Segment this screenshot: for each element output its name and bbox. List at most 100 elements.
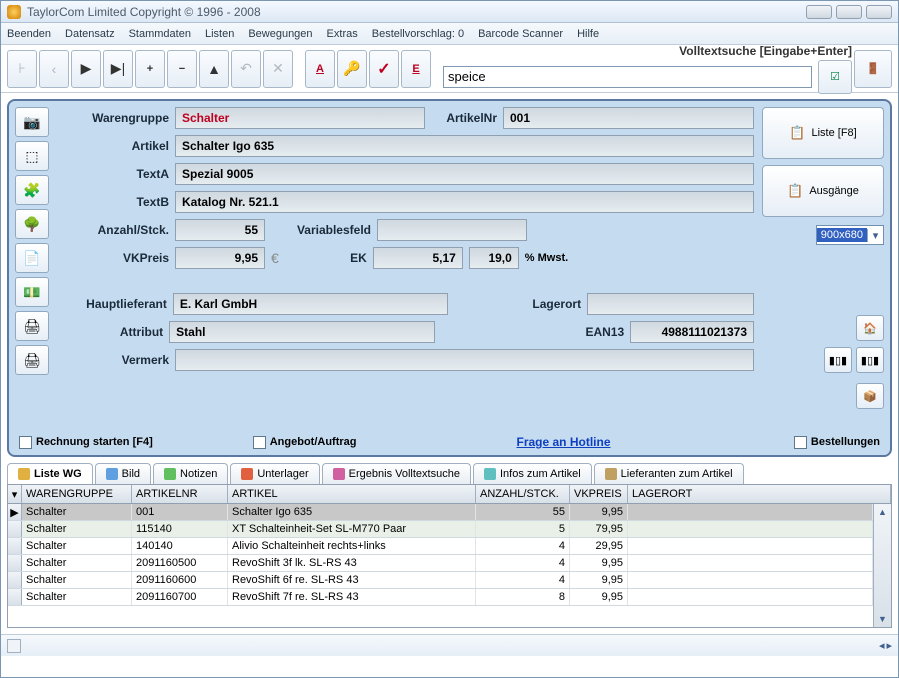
artikelnr-label: ArtikelNr bbox=[431, 111, 497, 125]
table-row[interactable]: ▶Schalter001Schalter Igo 635559,95 bbox=[8, 504, 873, 521]
col-anzahl[interactable]: ANZAHL/STCK. bbox=[476, 485, 570, 503]
nav-next-button[interactable]: ▶ bbox=[71, 50, 101, 88]
hauptlieferant-field[interactable]: E. Karl GmbH bbox=[173, 293, 448, 315]
anzahl-field[interactable]: 55 bbox=[175, 219, 265, 241]
tree-icon[interactable]: 🌳 bbox=[15, 209, 49, 239]
nav-prev-button[interactable]: ‹ bbox=[39, 50, 69, 88]
artikelnr-field[interactable]: 001 bbox=[503, 107, 754, 129]
col-warengruppe[interactable]: WARENGRUPPE bbox=[22, 485, 132, 503]
menu-hilfe[interactable]: Hilfe bbox=[577, 28, 599, 40]
menu-barcode[interactable]: Barcode Scanner bbox=[478, 28, 563, 40]
row-indicator-header[interactable]: ▾ bbox=[8, 485, 22, 503]
warengruppe-field[interactable]: Schalter bbox=[175, 107, 425, 129]
remove-button[interactable]: − bbox=[167, 50, 197, 88]
minimize-button[interactable] bbox=[806, 5, 832, 19]
search-confirm-button[interactable]: ☑ bbox=[818, 60, 852, 94]
mwst-field[interactable]: 19,0 bbox=[469, 247, 519, 269]
a-button[interactable]: A bbox=[305, 50, 335, 88]
artikel-field[interactable]: Schalter Igo 635 bbox=[175, 135, 754, 157]
col-vkpreis[interactable]: VKPREIS bbox=[570, 485, 628, 503]
hauptlieferant-label: Hauptlieferant bbox=[59, 297, 167, 311]
tab-bild[interactable]: Bild bbox=[95, 463, 151, 484]
menu-extras[interactable]: Extras bbox=[327, 28, 358, 40]
tab-ergebnis[interactable]: Ergebnis Volltextsuche bbox=[322, 463, 471, 484]
vertical-scrollbar[interactable]: ▲▼ bbox=[873, 504, 891, 627]
tabs: Liste WG Bild Notizen Unterlager Ergebni… bbox=[7, 463, 892, 484]
barcode2-icon[interactable]: ▮▯▮ bbox=[856, 347, 884, 373]
menu-stammdaten[interactable]: Stammdaten bbox=[129, 28, 191, 40]
app-window: TaylorCom Limited Copyright © 1996 - 200… bbox=[0, 0, 899, 678]
search-input[interactable] bbox=[443, 66, 812, 88]
maximize-button[interactable] bbox=[836, 5, 862, 19]
col-artikel[interactable]: ARTIKEL bbox=[228, 485, 476, 503]
warengruppe-label: Warengruppe bbox=[59, 111, 169, 125]
attribut-field[interactable]: Stahl bbox=[169, 321, 435, 343]
ean13-field[interactable]: 4988111021373 bbox=[630, 321, 754, 343]
table-row[interactable]: Schalter2091160500RevoShift 3f lk. SL-RS… bbox=[8, 555, 873, 572]
bottom-row: Rechnung starten [F4] Angebot/Auftrag Fr… bbox=[19, 435, 880, 449]
tab-infos[interactable]: Infos zum Artikel bbox=[473, 463, 592, 484]
vermerk-field[interactable] bbox=[175, 349, 754, 371]
barcode1-icon[interactable]: ▮▯▮ bbox=[824, 347, 852, 373]
menu-bewegungen[interactable]: Bewegungen bbox=[248, 28, 312, 40]
cancel-button[interactable]: ✕ bbox=[263, 50, 293, 88]
anzahl-label: Anzahl/Stck. bbox=[59, 223, 169, 237]
vkpreis-field[interactable]: 9,95 bbox=[175, 247, 265, 269]
hotline-link[interactable]: Frage an Hotline bbox=[517, 435, 611, 449]
col-lagerort[interactable]: LAGERORT bbox=[628, 485, 891, 503]
table-row[interactable]: Schalter2091160700RevoShift 7f re. SL-RS… bbox=[8, 589, 873, 606]
tab-notizen[interactable]: Notizen bbox=[153, 463, 228, 484]
menu-datensatz[interactable]: Datensatz bbox=[65, 28, 115, 40]
binary-icon[interactable]: ⬚ bbox=[15, 141, 49, 171]
scroll-right-icon[interactable]: ▸ bbox=[886, 639, 892, 652]
money-icon[interactable]: 💵 bbox=[15, 277, 49, 307]
app-icon bbox=[7, 5, 21, 19]
undo-button[interactable]: ↶ bbox=[231, 50, 261, 88]
tab-liste-wg[interactable]: Liste WG bbox=[7, 463, 93, 484]
status-square[interactable] bbox=[7, 639, 21, 653]
mwst-label: % Mwst. bbox=[525, 252, 568, 264]
e-button[interactable]: E bbox=[401, 50, 431, 88]
menu-listen[interactable]: Listen bbox=[205, 28, 234, 40]
camera-icon[interactable]: 📷 bbox=[15, 107, 49, 137]
liste-button[interactable]: 📋 Liste [F8] bbox=[762, 107, 884, 159]
print-icon[interactable]: 🖨 bbox=[15, 311, 49, 341]
color-print-icon[interactable]: 🖨 bbox=[15, 345, 49, 375]
textb-label: TextB bbox=[59, 195, 169, 209]
scroll-left-icon[interactable]: ◂ bbox=[879, 639, 885, 652]
document-icon[interactable]: 📄 bbox=[15, 243, 49, 273]
col-artikelnr[interactable]: ARTIKELNR bbox=[132, 485, 228, 503]
check-button[interactable]: ✓ bbox=[369, 50, 399, 88]
rechnung-checkbox[interactable]: Rechnung starten [F4] bbox=[19, 436, 153, 449]
lagerort-field[interactable] bbox=[587, 293, 754, 315]
table-row[interactable]: Schalter140140Alivio Schalteinheit recht… bbox=[8, 538, 873, 555]
tab-lieferanten[interactable]: Lieferanten zum Artikel bbox=[594, 463, 744, 484]
tab-unterlager[interactable]: Unterlager bbox=[230, 463, 319, 484]
bestellungen-checkbox[interactable]: Bestellungen bbox=[794, 436, 880, 449]
package-icon[interactable]: 📦 bbox=[856, 383, 884, 409]
edit-button[interactable]: ▲ bbox=[199, 50, 229, 88]
textb-field[interactable]: Katalog Nr. 521.1 bbox=[175, 191, 754, 213]
texta-field[interactable]: Spezial 9005 bbox=[175, 163, 754, 185]
angebot-checkbox[interactable]: Angebot/Auftrag bbox=[253, 436, 357, 449]
ausgaenge-button[interactable]: 📋 Ausgänge bbox=[762, 165, 884, 217]
menu-bestellvorschlag[interactable]: Bestellvorschlag: 0 bbox=[372, 28, 464, 40]
lagerort-label: Lagerort bbox=[454, 297, 581, 311]
table-row[interactable]: Schalter2091160600RevoShift 6f re. SL-RS… bbox=[8, 572, 873, 589]
exit-button[interactable]: 🚪 bbox=[854, 50, 892, 88]
puzzle-icon[interactable]: 🧩 bbox=[15, 175, 49, 205]
ek-field[interactable]: 5,17 bbox=[373, 247, 463, 269]
add-button[interactable]: + bbox=[135, 50, 165, 88]
variablesfeld-field[interactable] bbox=[377, 219, 527, 241]
titlebar: TaylorCom Limited Copyright © 1996 - 200… bbox=[1, 1, 898, 23]
key-button[interactable]: 🔑 bbox=[337, 50, 367, 88]
close-button[interactable] bbox=[866, 5, 892, 19]
resolution-combo[interactable]: 900x680▾ bbox=[816, 225, 884, 245]
artikel-label: Artikel bbox=[59, 139, 169, 153]
nav-first-button[interactable]: ⊦ bbox=[7, 50, 37, 88]
table-row[interactable]: Schalter115140XT Schalteinheit-Set SL-M7… bbox=[8, 521, 873, 538]
euro-icon: € bbox=[271, 250, 279, 266]
menu-beenden[interactable]: Beenden bbox=[7, 28, 51, 40]
house-icon[interactable]: 🏠 bbox=[856, 315, 884, 341]
nav-last-button[interactable]: ▶| bbox=[103, 50, 133, 88]
